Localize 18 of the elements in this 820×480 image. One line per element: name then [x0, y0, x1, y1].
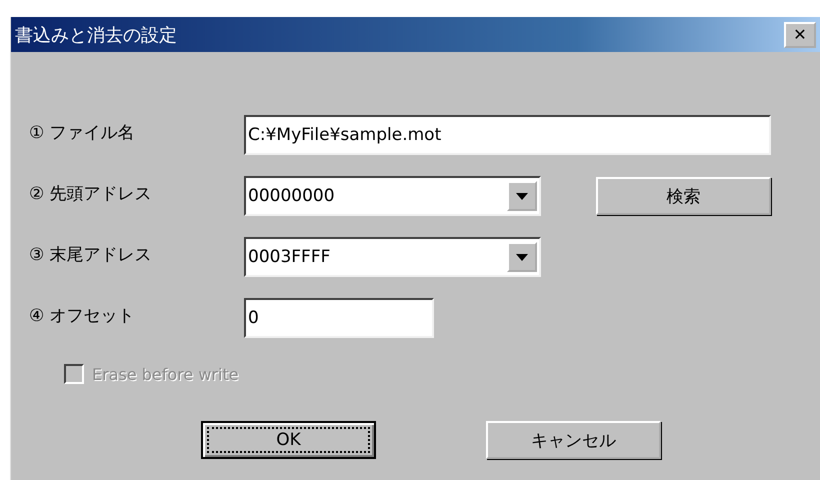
field-label: ③ 末尾アドレス [29, 244, 153, 266]
window-title: 書込みと消去の設定 [15, 24, 177, 46]
dropdown-button[interactable] [507, 181, 537, 211]
dropdown-button[interactable] [507, 242, 537, 272]
cancel-button[interactable]: キャンセル [486, 421, 661, 459]
input-field[interactable]: C:¥MyFile¥sample.mot [244, 115, 771, 155]
dropdown-arrow-icon [516, 192, 528, 200]
close-button[interactable]: ✕ [784, 22, 816, 48]
address-combo-box[interactable]: 0003FFFF [244, 237, 541, 277]
address-combo-box[interactable]: 00000000 [244, 176, 541, 216]
ok-button[interactable]: OK [201, 421, 376, 459]
dropdown-arrow-icon [516, 254, 528, 260]
browse-button[interactable]: 検索 [596, 177, 771, 215]
field-label: ② 先頭アドレス [29, 183, 153, 205]
input-field[interactable]: 0 [244, 298, 434, 338]
field-label: ④ オフセット [29, 305, 136, 327]
field-label: ① ファイル名 [29, 122, 136, 144]
checkbox-label: Erase before write [92, 364, 239, 384]
